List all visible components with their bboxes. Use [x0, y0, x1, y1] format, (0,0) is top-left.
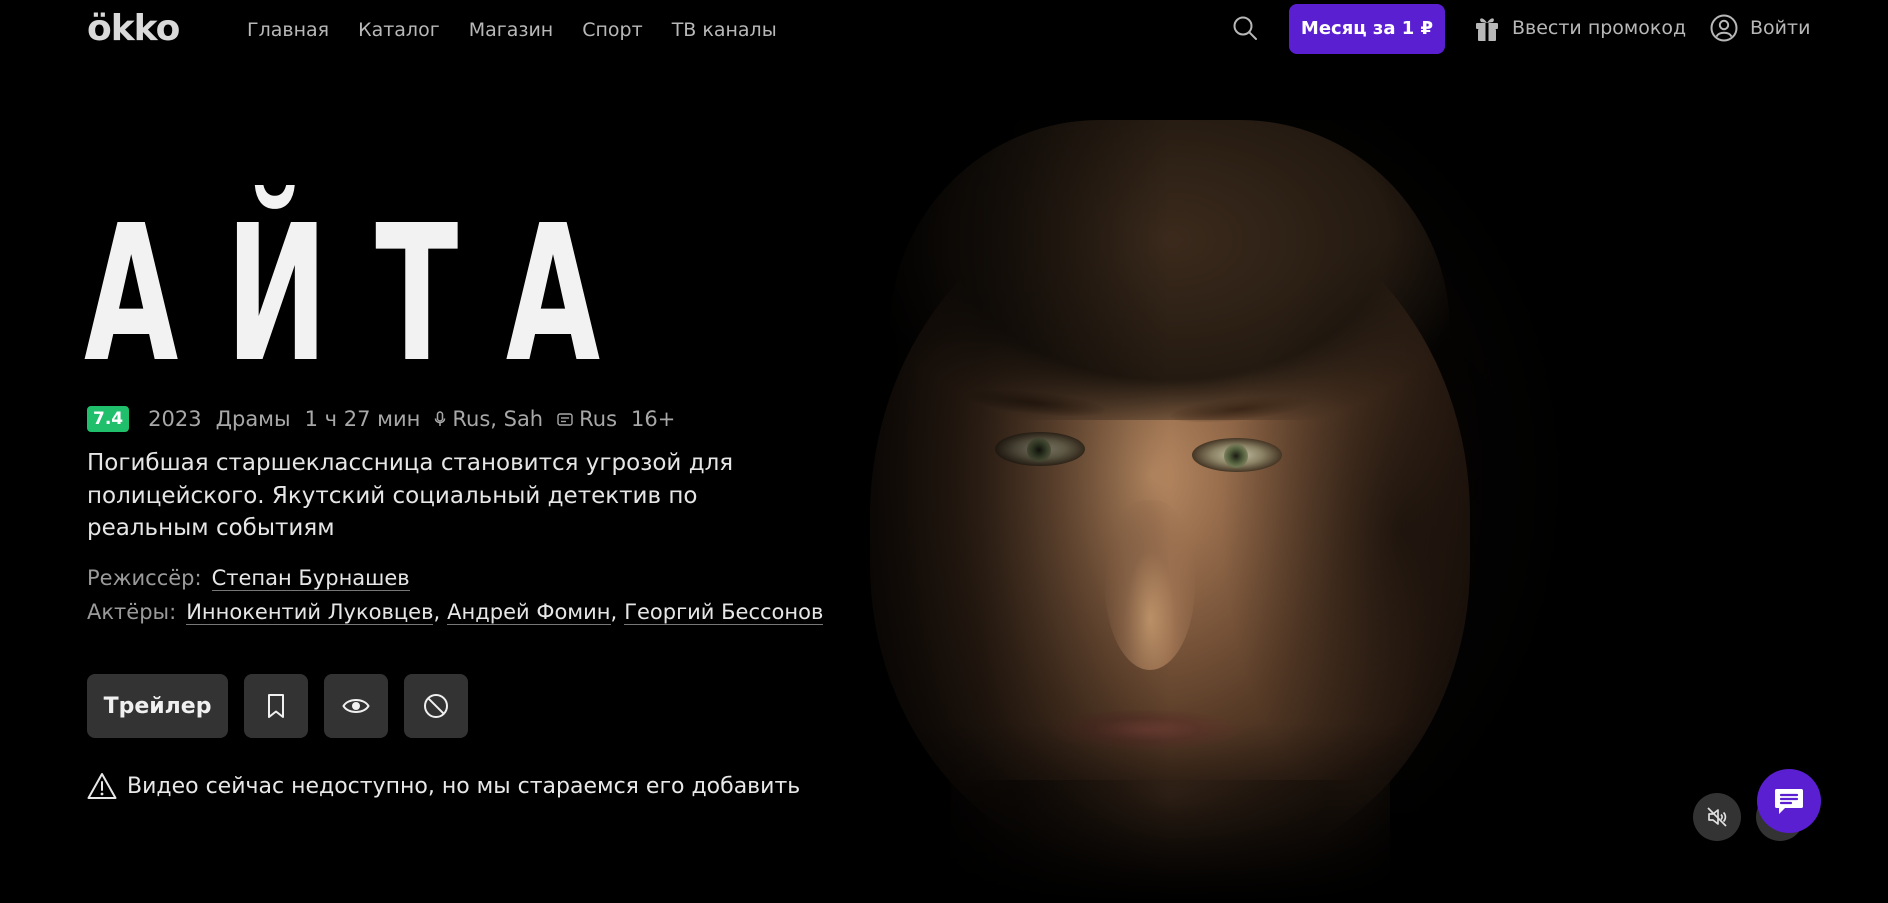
subscribe-button[interactable]: Месяц за 1 ₽ [1289, 4, 1445, 54]
subtitle-languages-value: Rus [579, 407, 618, 431]
actor-link[interactable]: Георгий Бессонов [624, 600, 824, 625]
movie-credits: Режиссёр: Степан Бурнашев Актёры: Инноке… [87, 566, 824, 634]
genre[interactable]: Драмы [216, 407, 291, 431]
nav-item-catalog[interactable]: Каталог [358, 17, 440, 43]
main-nav: Главная Каталог Магазин Спорт ТВ каналы [247, 17, 806, 43]
okko-logo[interactable]: ökko [87, 7, 180, 51]
audio-languages-value: Rus, Sah [452, 407, 544, 431]
support-chat-button[interactable] [1757, 769, 1821, 833]
not-interested-button[interactable] [404, 674, 468, 738]
bookmark-icon [268, 694, 284, 718]
hero-fade-bottom [0, 723, 1888, 903]
age-rating: 16+ [631, 407, 676, 431]
subtitles-icon [557, 412, 573, 426]
subtitle-languages: Rus [557, 407, 617, 431]
duration: 1 ч 27 мин [304, 407, 421, 431]
nav-item-sport[interactable]: Спорт [582, 17, 642, 43]
nav-item-home[interactable]: Главная [247, 17, 329, 43]
eye-icon [342, 699, 370, 713]
actors-row: Актёры: Иннокентий Луковцев , Андрей Фом… [87, 600, 824, 625]
movie-meta: 7.4 2023 Драмы 1 ч 27 мин Rus, Sah Rus 1… [87, 406, 689, 432]
actor-link[interactable]: Андрей Фомин [447, 600, 611, 625]
mute-button[interactable] [1693, 793, 1741, 841]
director-label: Режиссёр: [87, 566, 202, 590]
login-button[interactable]: Войти [1710, 14, 1810, 42]
actor-link[interactable]: Иннокентий Луковцев [186, 600, 434, 625]
chat-icon [1775, 789, 1803, 814]
rating-badge: 7.4 [87, 406, 130, 432]
promocode-button[interactable]: Ввести промокод [1474, 14, 1686, 42]
actor-separator: , [433, 600, 441, 624]
mute-icon [1707, 807, 1727, 827]
movie-actions: Трейлер [87, 674, 468, 738]
movie-page: ökko Главная Каталог Магазин Спорт ТВ ка… [0, 0, 1888, 903]
promocode-label: Ввести промокод [1512, 17, 1687, 39]
gift-icon [1476, 18, 1498, 41]
user-icon [1710, 14, 1738, 42]
movie-description: Погибшая старшеклассница становится угро… [87, 450, 734, 541]
nav-item-store[interactable]: Магазин [469, 17, 554, 43]
warning-icon [87, 773, 117, 799]
actor-separator: , [610, 600, 618, 624]
microphone-icon [435, 411, 446, 426]
search-icon [1233, 16, 1257, 40]
actors-label: Актёры: [87, 600, 177, 624]
watched-button[interactable] [324, 674, 388, 738]
director-link[interactable]: Степан Бурнашев [211, 566, 410, 591]
site-header: ökko Главная Каталог Магазин Спорт ТВ ка… [0, 0, 1888, 60]
bookmark-button[interactable] [244, 674, 308, 738]
movie-title: АЙТА [84, 185, 648, 404]
director-row: Режиссёр: Степан Бурнашев [87, 566, 823, 591]
unavailable-notice-text: Видео сейчас недоступно, но мы стараемся… [127, 773, 801, 799]
block-icon [424, 694, 448, 718]
nav-item-tv-channels[interactable]: ТВ каналы [672, 17, 777, 43]
unavailable-notice: Видео сейчас недоступно, но мы стараемся… [87, 772, 800, 800]
login-label: Войти [1750, 17, 1811, 39]
audio-languages: Rus, Sah [434, 407, 543, 431]
release-year: 2023 [148, 407, 202, 431]
trailer-button[interactable]: Трейлер [87, 674, 228, 738]
search-button[interactable] [1232, 15, 1258, 41]
